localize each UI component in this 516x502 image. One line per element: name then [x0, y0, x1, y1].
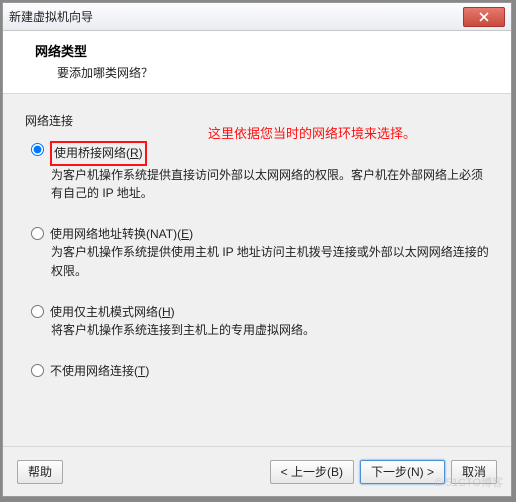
annotation-text: 这里依据您当时的网络环境来选择。 [208, 123, 416, 142]
radio-nat[interactable] [31, 227, 44, 240]
help-button[interactable]: 帮助 [17, 460, 63, 484]
radio-hostonly[interactable] [31, 305, 44, 318]
back-button[interactable]: < 上一步(B) [270, 460, 354, 484]
radio-none[interactable] [31, 364, 44, 377]
option-hostonly: 使用仅主机模式网络(H) 将客户机操作系统连接到主机上的专用虚拟网络。 [31, 303, 489, 340]
wizard-header: 网络类型 要添加哪类网络？ [3, 31, 511, 94]
footer: 帮助 < 上一步(B) 下一步(N) > 取消 [3, 446, 511, 496]
radio-bridged[interactable] [31, 143, 44, 156]
window-title: 新建虚拟机向导 [9, 8, 93, 25]
wizard-dialog: 新建虚拟机向导 网络类型 要添加哪类网络？ 网络连接 这里依据您当时的网络环境来… [2, 2, 512, 497]
close-icon [479, 12, 489, 22]
option-none-label[interactable]: 不使用网络连接(T) [50, 362, 149, 381]
page-title: 网络类型 [35, 41, 493, 60]
option-bridged-label[interactable]: 使用桥接网络(R) [50, 141, 147, 166]
page-desc: 要添加哪类网络？ [57, 64, 493, 81]
close-button[interactable] [463, 7, 505, 27]
cancel-button[interactable]: 取消 [451, 460, 497, 484]
next-button[interactable]: 下一步(N) > [360, 460, 445, 484]
option-nat: 使用网络地址转换(NAT)(E) 为客户机操作系统提供使用主机 IP 地址访问主… [31, 225, 489, 281]
option-bridged-desc: 为客户机操作系统提供直接访问外部以太网网络的权限。客户机在外部网络上必须有自己的… [51, 166, 489, 203]
option-hostonly-desc: 将客户机操作系统连接到主机上的专用虚拟网络。 [51, 321, 489, 340]
option-nat-desc: 为客户机操作系统提供使用主机 IP 地址访问主机拨号连接或外部以太网网络连接的权… [51, 243, 489, 280]
option-bridged: 使用桥接网络(R) 为客户机操作系统提供直接访问外部以太网网络的权限。客户机在外… [31, 141, 489, 203]
option-hostonly-label[interactable]: 使用仅主机模式网络(H) [50, 303, 175, 322]
option-none: 不使用网络连接(T) [31, 362, 489, 381]
content-area: 网络连接 这里依据您当时的网络环境来选择。 使用桥接网络(R) 为客户机操作系统… [3, 94, 511, 480]
option-nat-label[interactable]: 使用网络地址转换(NAT)(E) [50, 225, 193, 244]
titlebar: 新建虚拟机向导 [3, 3, 511, 31]
